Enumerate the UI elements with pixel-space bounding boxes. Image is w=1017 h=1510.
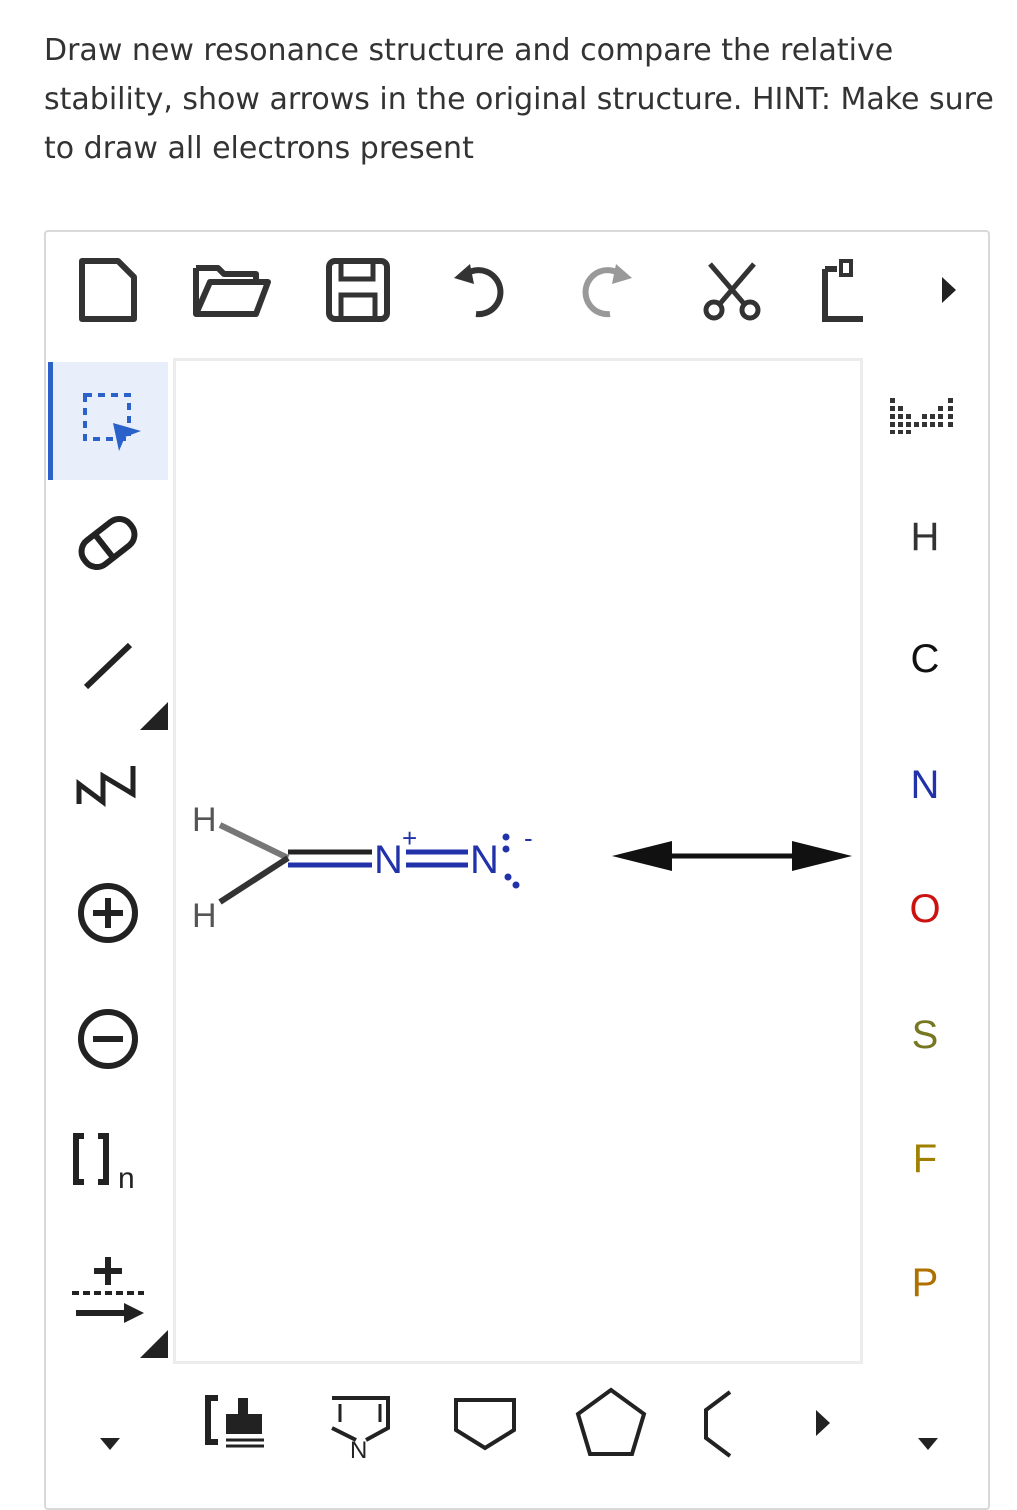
element-symbol: C bbox=[910, 636, 940, 681]
bracket-tool[interactable]: n bbox=[48, 1104, 168, 1222]
left-scroll-down-icon[interactable] bbox=[98, 1436, 122, 1456]
element-p-button[interactable]: P bbox=[880, 1248, 970, 1318]
pentagon-ring-icon bbox=[575, 1387, 647, 1456]
open-folder-icon[interactable] bbox=[192, 250, 272, 330]
chain-ring-icon bbox=[704, 1390, 732, 1458]
element-h-button[interactable]: H bbox=[880, 502, 970, 572]
n2-label: N bbox=[470, 838, 499, 882]
molecule-drawing: H H N + N - bbox=[192, 801, 852, 935]
plus-charge-tool[interactable] bbox=[48, 854, 168, 972]
n2-charge: - bbox=[524, 823, 533, 853]
resonance-arrow-right-head bbox=[792, 841, 852, 871]
eraser-icon bbox=[78, 515, 138, 571]
minus-charge-icon bbox=[78, 1009, 138, 1069]
nitrogen-ring-button[interactable]: N bbox=[326, 1392, 396, 1464]
square-ring-icon bbox=[454, 1398, 516, 1451]
question-text: Draw new resonance structure and compare… bbox=[44, 33, 994, 166]
reaction-arrow-icon bbox=[72, 1257, 144, 1323]
select-icon bbox=[82, 393, 141, 451]
h-top-label: H bbox=[192, 801, 217, 839]
nitrogen-ring-icon: N bbox=[331, 1396, 390, 1464]
element-c-button[interactable]: C bbox=[880, 624, 970, 694]
plus-charge-icon bbox=[78, 883, 138, 943]
new-file-icon[interactable] bbox=[68, 250, 148, 330]
undo-icon[interactable] bbox=[440, 250, 520, 330]
chain-ring-button[interactable] bbox=[700, 1388, 740, 1462]
square-ring-button[interactable] bbox=[452, 1394, 518, 1458]
n1-label: N bbox=[374, 838, 403, 882]
template-button[interactable] bbox=[200, 1392, 270, 1456]
element-symbol: S bbox=[911, 1012, 939, 1057]
element-f-button[interactable]: F bbox=[880, 1124, 970, 1194]
bond-icon bbox=[83, 642, 133, 690]
element-symbol: N bbox=[910, 762, 940, 807]
lone-pair-dot bbox=[502, 845, 510, 853]
h-bottom-label: H bbox=[192, 897, 217, 935]
pentagon-ring-button[interactable] bbox=[574, 1386, 648, 1462]
n-ring-label: N bbox=[350, 1437, 367, 1460]
c-h-bond-top bbox=[218, 822, 290, 861]
template-icon bbox=[205, 1395, 264, 1448]
chain-icon bbox=[76, 766, 136, 807]
cut-icon[interactable] bbox=[692, 250, 772, 330]
paste-icon[interactable] bbox=[804, 250, 884, 330]
lone-pair-dot bbox=[502, 833, 510, 841]
element-symbol: F bbox=[912, 1136, 938, 1181]
element-o-button[interactable]: O bbox=[880, 874, 970, 944]
bottom-more-icon[interactable] bbox=[812, 1408, 832, 1442]
lone-pair-dot bbox=[512, 881, 520, 889]
redo-icon[interactable] bbox=[566, 250, 646, 330]
right-scroll-down-icon[interactable] bbox=[916, 1436, 940, 1456]
eraser-tool[interactable] bbox=[48, 484, 168, 602]
bracket-icon: n bbox=[73, 1133, 135, 1195]
resonance-arrow-left-head bbox=[612, 841, 672, 871]
c-h-bond-bottom bbox=[218, 855, 290, 905]
periodic-table-icon[interactable] bbox=[888, 396, 962, 440]
more-icon[interactable] bbox=[908, 250, 988, 330]
bracket-suffix: n bbox=[118, 1162, 135, 1195]
element-n-button[interactable]: N bbox=[880, 750, 970, 820]
element-s-button[interactable]: S bbox=[880, 1000, 970, 1070]
element-symbol: H bbox=[910, 514, 940, 559]
n1-charge: + bbox=[402, 823, 417, 853]
chain-tool[interactable] bbox=[48, 728, 168, 846]
element-symbol: O bbox=[909, 886, 941, 931]
lone-pair-dot bbox=[504, 873, 512, 881]
minus-charge-tool[interactable] bbox=[48, 980, 168, 1098]
element-symbol: P bbox=[911, 1260, 939, 1305]
arrow-tool-corner bbox=[140, 1330, 168, 1358]
select-tool[interactable] bbox=[48, 362, 168, 480]
drawing-canvas[interactable]: H H N + N - bbox=[173, 358, 863, 1364]
bond-tool-corner bbox=[140, 702, 168, 730]
save-icon[interactable] bbox=[318, 250, 398, 330]
